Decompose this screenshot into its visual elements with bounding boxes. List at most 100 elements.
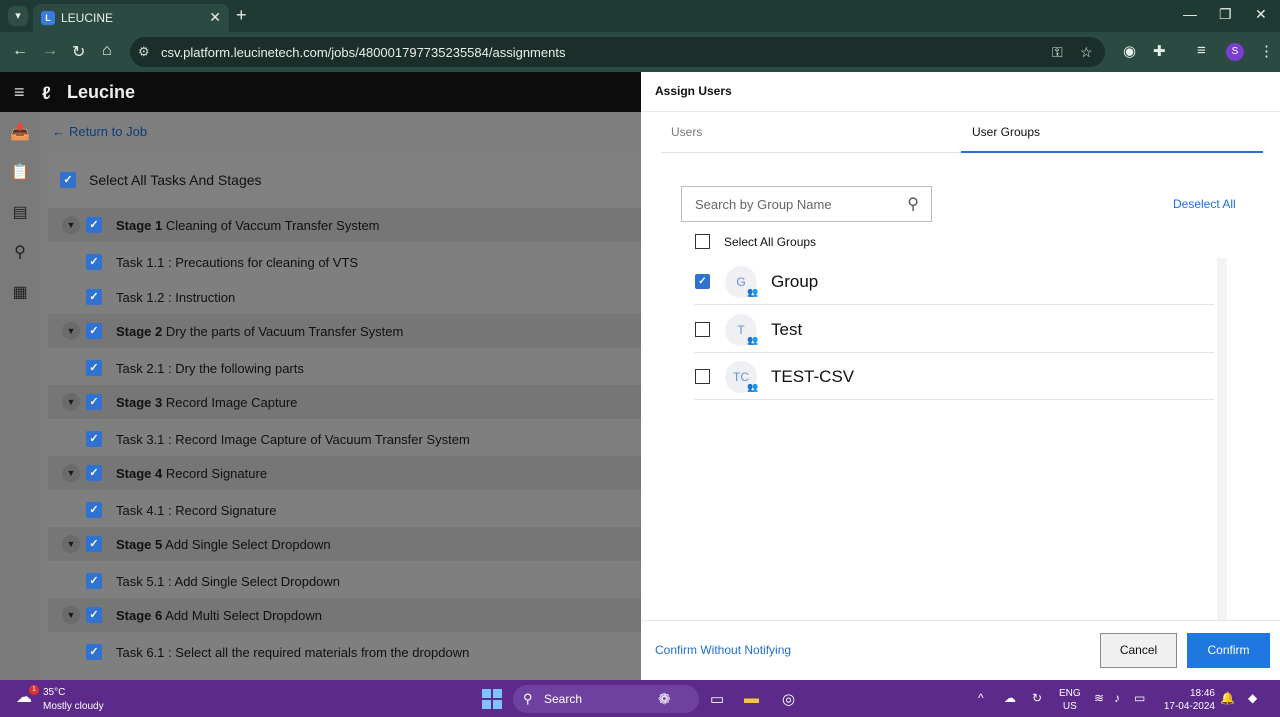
chrome-icon[interactable]: ◎	[782, 690, 795, 708]
back-arrow-icon[interactable]: ←	[12, 42, 28, 60]
tab-user-groups[interactable]: User Groups	[972, 125, 1040, 139]
tab-users[interactable]: Users	[671, 125, 702, 139]
stage-checkbox[interactable]: ✓	[86, 607, 102, 623]
collapse-caret-icon[interactable]: ▼	[62, 216, 80, 234]
group-row[interactable]: TC 👥 TEST-CSV	[694, 353, 1214, 400]
wifi-icon[interactable]: ≋	[1094, 691, 1104, 705]
confirm-without-notifying-link[interactable]: Confirm Without Notifying	[655, 643, 791, 657]
task-checkbox[interactable]: ✓	[86, 502, 102, 518]
extensions-puzzle-icon[interactable]: ✚	[1153, 42, 1166, 60]
system-clock[interactable]: 18:46 17-04-2024	[1163, 687, 1215, 713]
new-tab-button[interactable]: +	[236, 5, 247, 26]
copilot-icon[interactable]: ◆	[1248, 691, 1257, 705]
search-highlight-icon[interactable]: ❁	[658, 690, 671, 708]
group-checkbox[interactable]	[695, 321, 710, 337]
stage-row: ▼ ✓ Stage 2 Dry the parts of Vacuum Transf…	[48, 314, 641, 348]
app-logo-text: Leucine	[67, 82, 136, 102]
onedrive-cloud-icon[interactable]: ☁	[1004, 691, 1016, 705]
group-checkbox[interactable]: ✓	[695, 274, 710, 289]
return-to-job-link[interactable]: ← Return to Job	[48, 124, 147, 139]
task-checkbox[interactable]: ✓	[86, 431, 102, 447]
select-all-groups-checkbox[interactable]	[695, 234, 710, 249]
group-search-input[interactable]: Search by Group Name ⚲	[681, 186, 932, 222]
url-text: csv.platform.leucinetech.com/jobs/480001…	[161, 45, 566, 60]
notifications-bell-icon[interactable]: 🔔	[1220, 691, 1235, 705]
ontology-tree-icon[interactable]: ⚲	[10, 242, 30, 262]
side-navigation: 📥 📋 ▤ ⚲ ▦	[0, 112, 40, 680]
return-to-job-label: Return to Job	[69, 124, 148, 139]
task-checkbox[interactable]: ✓	[86, 360, 102, 376]
collapse-caret-icon[interactable]: ▼	[62, 322, 80, 340]
minimize-button[interactable]: —	[1183, 6, 1197, 22]
task-checkbox[interactable]: ✓	[86, 573, 102, 589]
taskbar-search[interactable]: ⚲ Search	[513, 685, 699, 713]
browser-menu-icon[interactable]: ⋮	[1259, 42, 1274, 60]
restore-button[interactable]: ❐	[1219, 6, 1232, 23]
task-label: Task 2.1 : Dry the following parts	[116, 361, 304, 376]
group-list-scrollbar[interactable]	[1217, 258, 1227, 620]
group-row[interactable]: ✓ G 👥 Group	[694, 258, 1214, 305]
stage-number: Stage 4	[116, 466, 163, 481]
stage-title: Cleaning of Vaccum Transfer System	[165, 218, 380, 233]
deselect-all-link[interactable]: Deselect All	[1173, 197, 1236, 211]
stage-checkbox[interactable]: ✓	[86, 536, 102, 552]
hidden-icons-chevron-icon[interactable]: ^	[978, 691, 984, 705]
task-row: ✓ Task 3.1 : Record Image Capture of Vacu…	[48, 421, 641, 457]
stage-title: Add Multi Select Dropdown	[165, 608, 322, 623]
cancel-button[interactable]: Cancel	[1100, 633, 1177, 668]
collapse-caret-icon[interactable]: ▼	[62, 535, 80, 553]
forward-arrow-icon[interactable]: →	[42, 42, 58, 60]
checklists-icon[interactable]: ▤	[10, 202, 30, 222]
hamburger-menu-icon[interactable]: ≡	[14, 82, 25, 103]
volume-icon[interactable]: ♪	[1114, 691, 1120, 705]
stage-number: Stage 6	[116, 608, 163, 623]
battery-icon[interactable]: ▭	[1134, 691, 1145, 705]
url-bar[interactable]: ⚙ csv.platform.leucinetech.com/jobs/4800…	[130, 37, 1105, 67]
stage-checkbox[interactable]: ✓	[86, 217, 102, 233]
task-checkbox[interactable]: ✓	[86, 644, 102, 660]
collapse-caret-icon[interactable]: ▼	[62, 464, 80, 482]
tab-search-dropdown[interactable]: ▾	[8, 6, 28, 26]
windows-start-icon[interactable]	[482, 689, 502, 709]
task-label: Task 6.1 : Select all the required mater…	[116, 645, 470, 660]
reports-icon[interactable]: ▦	[10, 282, 30, 302]
group-row[interactable]: T 👥 Test	[694, 306, 1214, 353]
stage-title: Add Single Select Dropdown	[165, 537, 331, 552]
reload-icon[interactable]: ↻	[72, 42, 85, 62]
task-row: ✓ Task 4.1 : Record Signature	[48, 492, 641, 528]
task-row: ✓ Task 1.2 : Instruction	[48, 279, 641, 315]
profile-avatar[interactable]: S	[1226, 43, 1244, 61]
site-info-icon[interactable]: ⚙	[138, 44, 150, 60]
task-view-icon[interactable]: ▭	[710, 690, 724, 708]
stage-checkbox[interactable]: ✓	[86, 394, 102, 410]
home-icon[interactable]: ⌂	[102, 42, 112, 60]
stage-row: ▼ ✓ Stage 5 Add Single Select Dropdown	[48, 527, 641, 561]
select-all-checkbox[interactable]: ✓	[60, 172, 76, 188]
language-region: US	[1062, 701, 1077, 712]
language-indicator[interactable]: ENG US	[1059, 687, 1081, 713]
tab-close-icon[interactable]: ✕	[209, 9, 221, 26]
collapse-caret-icon[interactable]: ▼	[62, 393, 80, 411]
group-name: Test	[771, 319, 803, 339]
media-controls-icon[interactable]: ≡	[1197, 42, 1206, 59]
confirm-button[interactable]: Confirm	[1187, 633, 1270, 668]
bookmark-star-icon[interactable]: ☆	[1080, 44, 1093, 61]
stage-checkbox[interactable]: ✓	[86, 465, 102, 481]
stage-row: ▼ ✓ Stage 1 Cleaning of Vaccum Transfer Sy…	[48, 208, 641, 242]
stage-checkbox[interactable]: ✓	[86, 323, 102, 339]
group-name: TEST-CSV	[771, 367, 855, 386]
assign-tabs: Users User Groups	[661, 112, 1263, 153]
file-explorer-icon[interactable]: ▬	[744, 690, 759, 707]
task-checkbox[interactable]: ✓	[86, 254, 102, 270]
browser-tab[interactable]: L LEUCINE ✕	[33, 4, 229, 32]
camera-extension-icon[interactable]: ◉	[1123, 42, 1136, 60]
stage-number: Stage 5	[116, 537, 163, 552]
jobs-clipboard-icon[interactable]: 📋	[10, 162, 30, 182]
sync-icon[interactable]: ↻	[1032, 691, 1042, 705]
inbox-icon[interactable]: 📥	[10, 122, 30, 142]
password-key-icon[interactable]: ⚿	[1052, 44, 1063, 61]
group-checkbox[interactable]	[695, 369, 710, 384]
window-close-button[interactable]: ✕	[1255, 6, 1267, 23]
collapse-caret-icon[interactable]: ▼	[62, 606, 80, 624]
task-checkbox[interactable]: ✓	[86, 289, 102, 305]
